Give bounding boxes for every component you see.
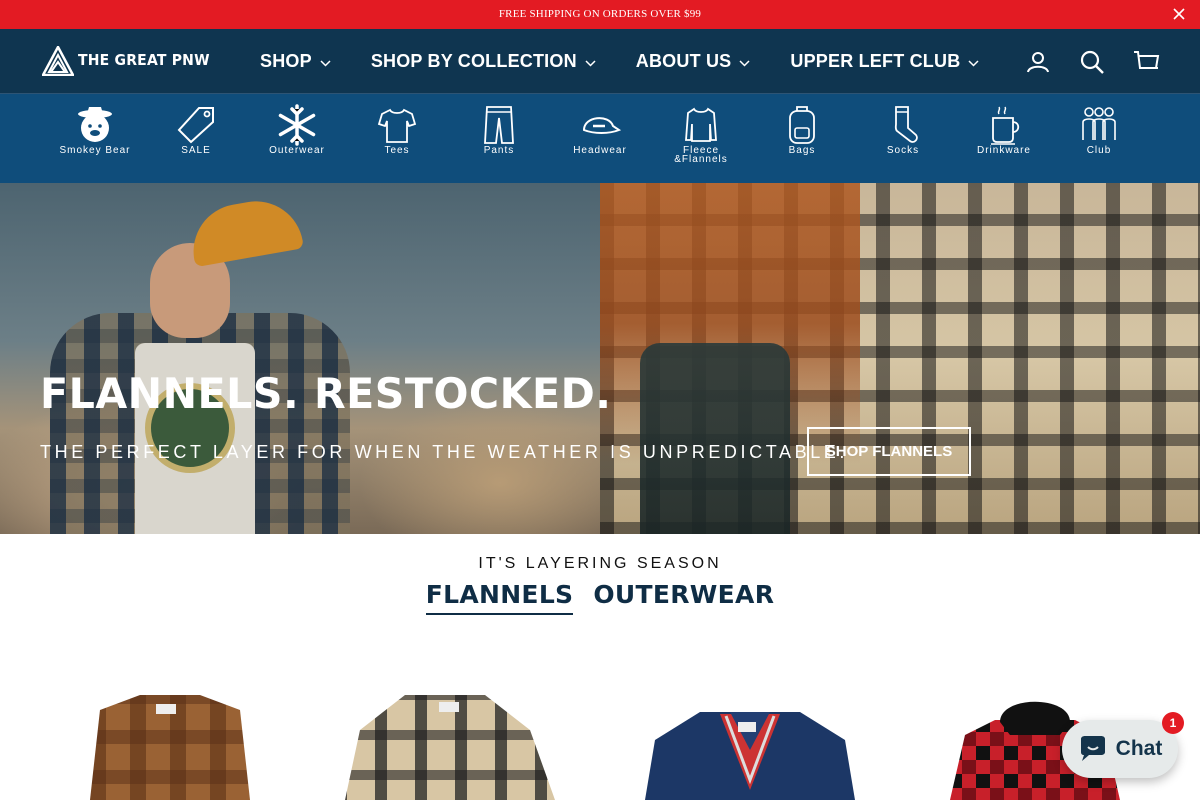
category-label: Socks (886, 145, 920, 156)
nav-about-label: ABOUT US (635, 51, 732, 71)
mountain-logo-icon (42, 46, 74, 76)
section-eyebrow: IT'S LAYERING SEASON (478, 555, 722, 572)
product-grid (0, 690, 1200, 800)
product-image-tan-flannel (345, 695, 555, 800)
category-label: Smokey Bear (59, 145, 131, 156)
nav-upper-left-club[interactable]: UPPER LEFT CLUB (790, 51, 979, 72)
nav-shop-by-collection[interactable]: SHOP BY COLLECTION (371, 51, 596, 72)
category-tees[interactable]: Tees (347, 104, 447, 156)
nav-about-us[interactable]: ABOUT US (636, 51, 751, 72)
nav-shop-label: SHOP (260, 51, 312, 71)
category-bags[interactable]: Bags (752, 104, 852, 156)
chat-button[interactable]: Chat (1062, 720, 1178, 778)
backpack-icon (789, 106, 815, 144)
category-smokey-bear[interactable]: Smokey Bear (45, 104, 145, 156)
product-card[interactable] (335, 690, 575, 800)
category-label: Drinkware (976, 145, 1031, 156)
announcement-text: FREE SHIPPING ON ORDERS OVER $99 (498, 8, 702, 20)
product-card[interactable] (50, 690, 290, 800)
tshirt-icon (377, 108, 417, 143)
category-label: SALE (181, 145, 211, 156)
nav-shop[interactable]: SHOP (260, 51, 331, 72)
category-label: Pants (483, 145, 515, 156)
search-icon[interactable] (1078, 48, 1106, 76)
tab-outerwear[interactable]: OUTERWEAR (593, 580, 774, 615)
cart-icon[interactable] (1132, 48, 1160, 76)
logo-text: THE GREAT PNW (78, 52, 210, 70)
category-club[interactable]: Club (1049, 104, 1149, 156)
site-header: THE GREAT PNW SHOP SHOP BY COLLECTION AB… (0, 29, 1200, 94)
category-label: Club (1086, 145, 1112, 156)
hero-image-right (600, 183, 1200, 534)
chevron-down-icon (968, 59, 979, 67)
smokey-bear-icon (78, 107, 112, 142)
tag-icon (177, 107, 214, 144)
tab-flannels[interactable]: FLANNELS (425, 580, 574, 615)
category-sale[interactable]: SALE (146, 104, 246, 156)
chat-notification-badge: 1 (1162, 712, 1184, 734)
chevron-down-icon (320, 59, 331, 67)
product-image-brown-flannel (90, 695, 250, 800)
pants-icon (484, 106, 514, 144)
product-image-navy-jacket (645, 712, 855, 800)
sock-icon (894, 106, 918, 143)
sweatshirt-icon (685, 107, 717, 142)
category-strip: Smokey Bear SALE Outerwear Tees Pants He… (0, 94, 1200, 183)
snowflake-icon (278, 104, 316, 146)
category-label: Outerwear (269, 145, 325, 156)
mug-icon (991, 106, 1020, 145)
category-headwear[interactable]: Headwear (550, 104, 650, 156)
category-label: Bags (788, 145, 816, 156)
account-icon[interactable] (1024, 48, 1052, 76)
header-icons (1024, 48, 1160, 76)
chat-bubble-icon (1080, 736, 1105, 761)
main-nav: SHOP SHOP BY COLLECTION ABOUT US UPPER L… (260, 51, 979, 72)
chat-label: Chat (1115, 737, 1163, 760)
category-label: &Flannels (674, 154, 728, 165)
hero-banner: FLANNELS. RESTOCKED. THE PERFECT LAYER F… (0, 183, 1200, 534)
category-label: Tees (384, 145, 410, 156)
nav-collection-label: SHOP BY COLLECTION (370, 51, 577, 71)
product-card[interactable] (630, 690, 870, 800)
chevron-down-icon (739, 59, 750, 67)
hero-image-left (0, 183, 600, 534)
nav-club-label: UPPER LEFT CLUB (790, 51, 961, 71)
category-drinkware[interactable]: Drinkware (954, 104, 1054, 156)
hero-subtitle: THE PERFECT LAYER FOR WHEN THE WEATHER I… (40, 442, 849, 462)
category-outerwear[interactable]: Outerwear (247, 104, 347, 156)
group-icon (1082, 107, 1116, 140)
category-fleece-flannels[interactable]: Fleece &Flannels (651, 104, 751, 165)
shop-flannels-button[interactable]: SHOP FLANNELS (807, 427, 971, 476)
collection-tabs: FLANNELS OUTERWEAR (0, 580, 1200, 615)
logo[interactable]: THE GREAT PNW (42, 46, 210, 76)
cap-icon (582, 117, 621, 134)
hero-title: FLANNELS. RESTOCKED. (40, 369, 612, 418)
announcement-bar: FREE SHIPPING ON ORDERS OVER $99 (0, 0, 1200, 29)
close-icon[interactable] (1172, 7, 1186, 21)
category-pants[interactable]: Pants (449, 104, 549, 156)
category-socks[interactable]: Socks (853, 104, 953, 156)
chevron-down-icon (585, 59, 596, 67)
category-label: Headwear (573, 145, 627, 156)
